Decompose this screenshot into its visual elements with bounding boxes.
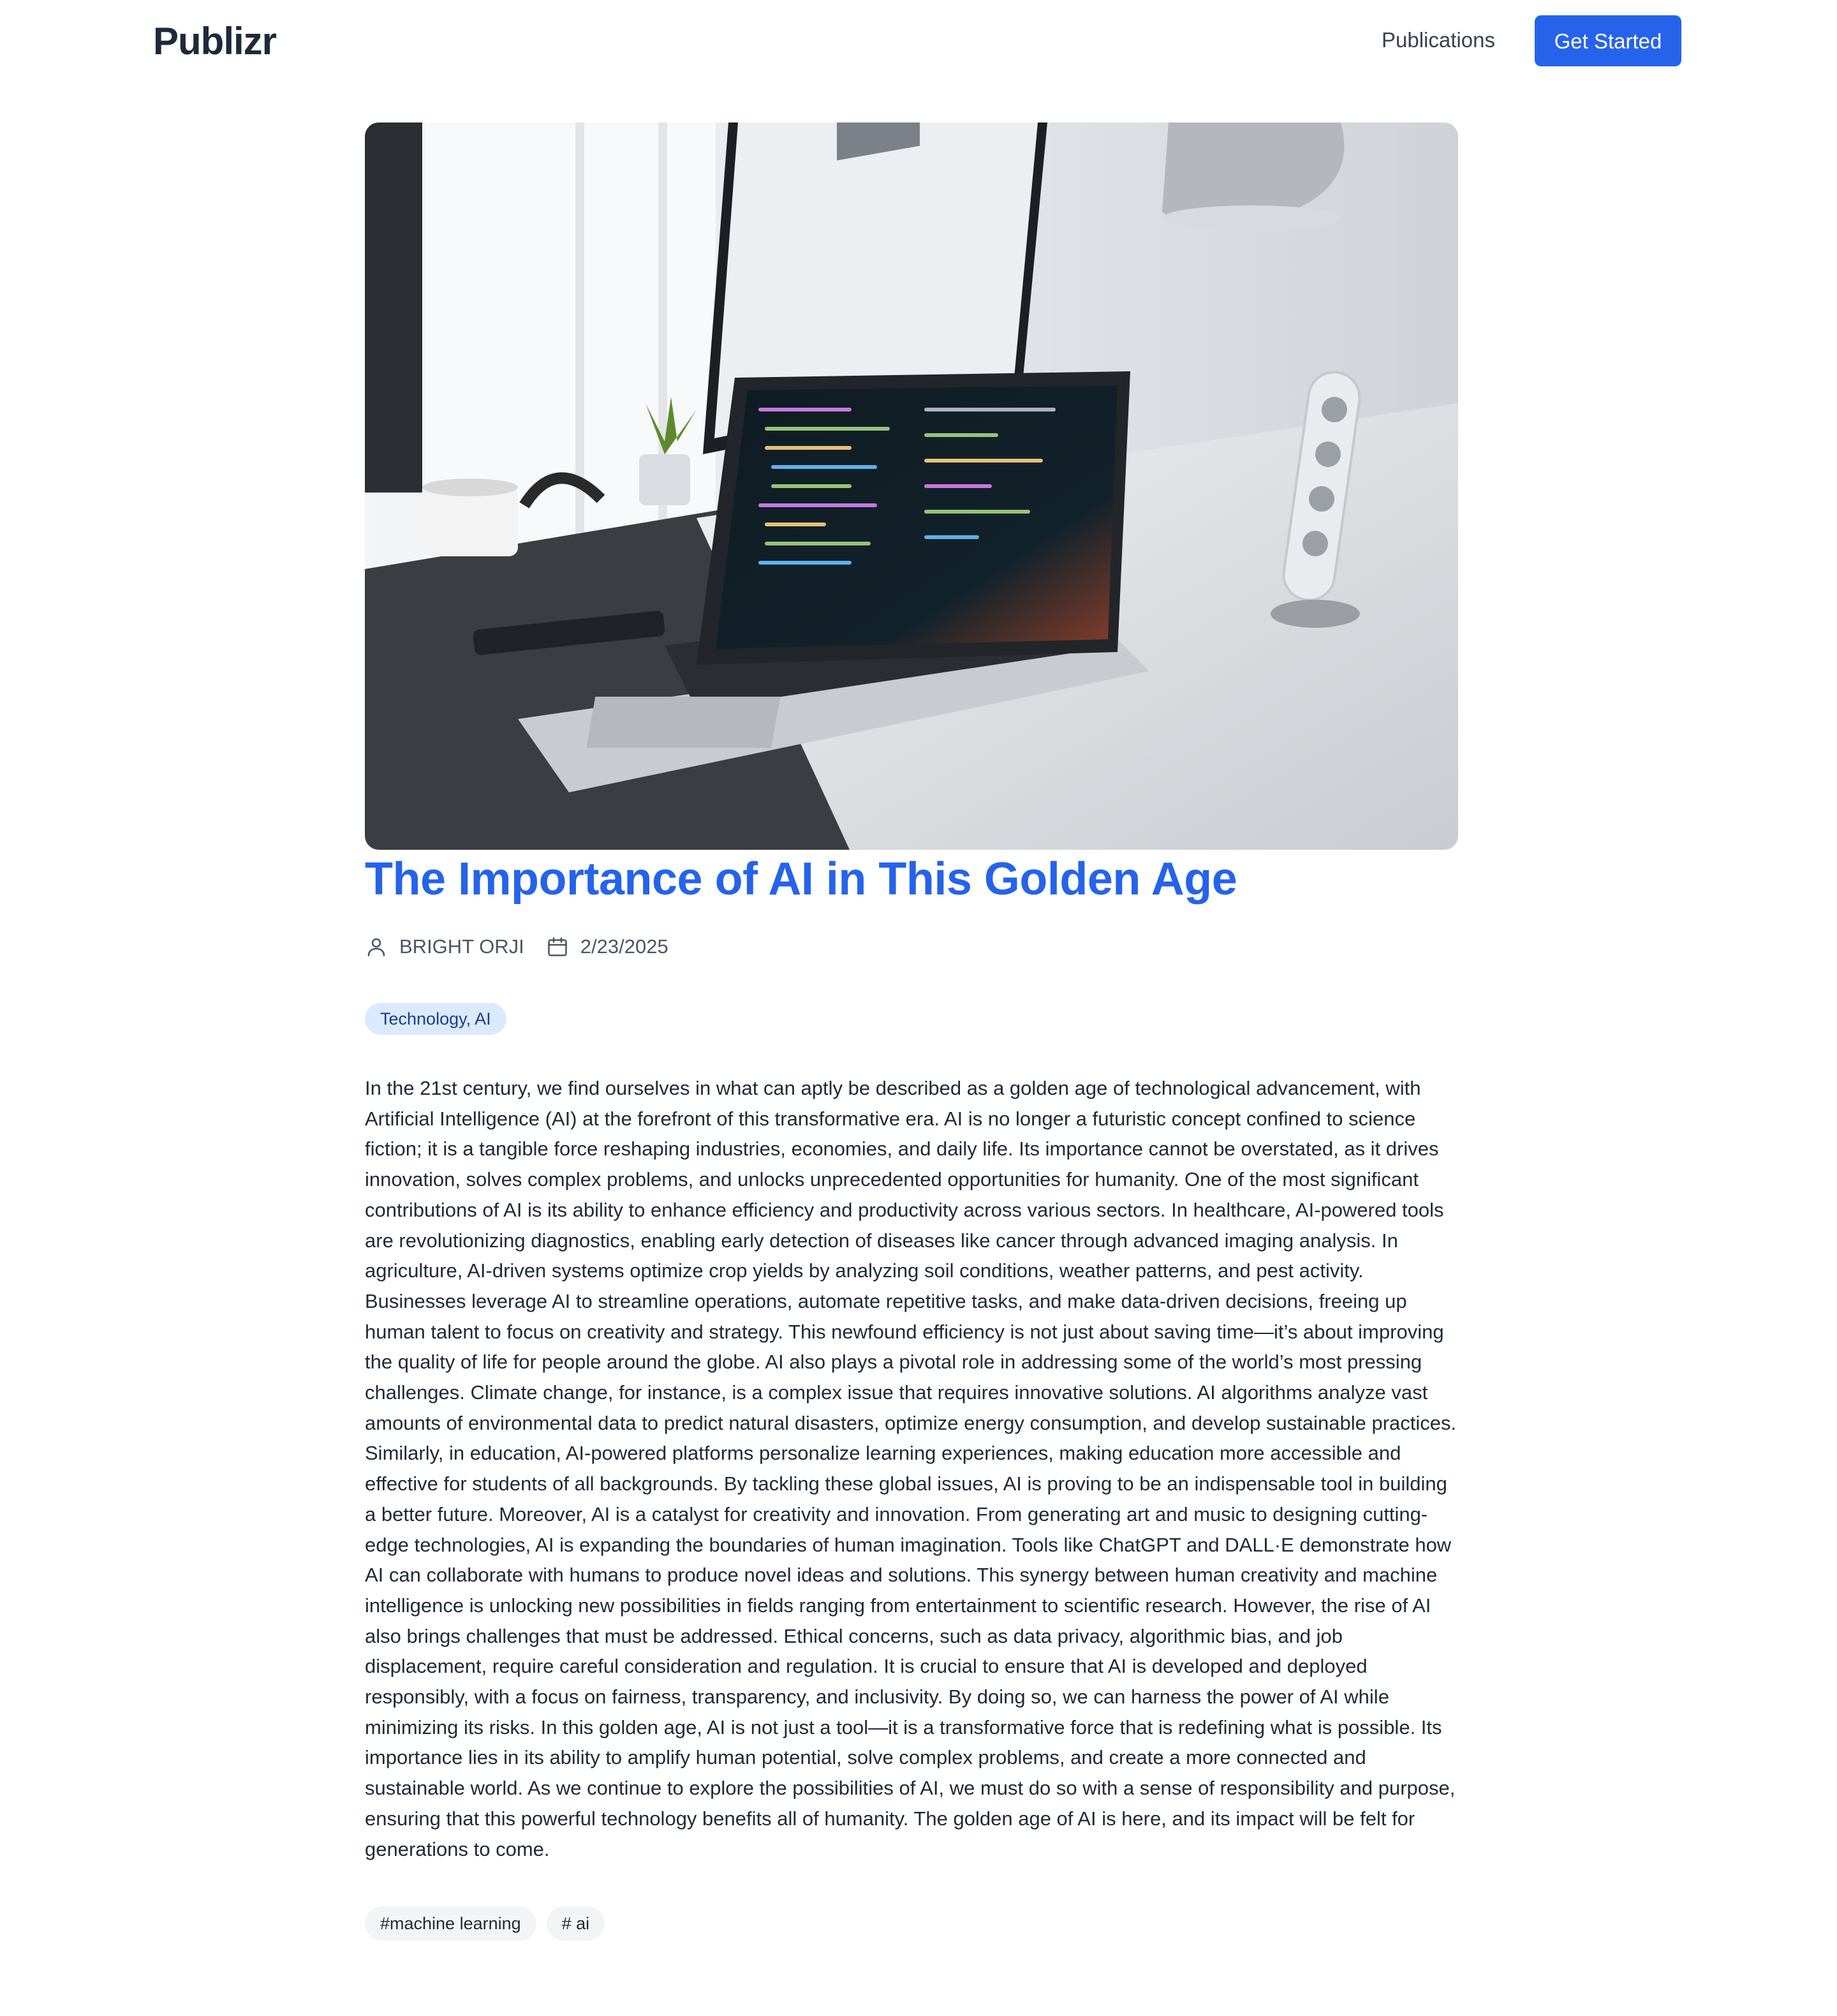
hashtag-list: #machine learning # ai — [365, 1906, 1458, 1941]
calendar-icon — [548, 937, 567, 956]
hashtag-chip[interactable]: #machine learning — [365, 1906, 536, 1941]
user-icon — [367, 938, 385, 956]
get-started-button[interactable]: Get Started — [1535, 15, 1681, 66]
hero-image — [365, 122, 1458, 850]
date-text: 2/23/2025 — [580, 935, 668, 958]
article-meta: BRIGHT ORJI 2/23/2025 — [365, 933, 1458, 961]
nav-publications-link[interactable]: Publications — [1382, 28, 1495, 52]
hashtag-chip[interactable]: # ai — [546, 1906, 605, 1941]
article: The Importance of AI in This Golden Age … — [365, 122, 1458, 1941]
site-logo[interactable]: Publizr — [153, 19, 277, 63]
article-body: In the 21st century, we find ourselves i… — [365, 1077, 1457, 1860]
article-title: The Importance of AI in This Golden Age — [365, 854, 1237, 905]
author-name: BRIGHT ORJI — [399, 935, 524, 958]
site-header: Publizr Publications Get Started — [0, 0, 1837, 83]
publish-date: 2/23/2025 — [546, 935, 668, 958]
category-badge[interactable]: Technology, AI — [365, 1003, 506, 1035]
author: BRIGHT ORJI — [365, 935, 524, 958]
